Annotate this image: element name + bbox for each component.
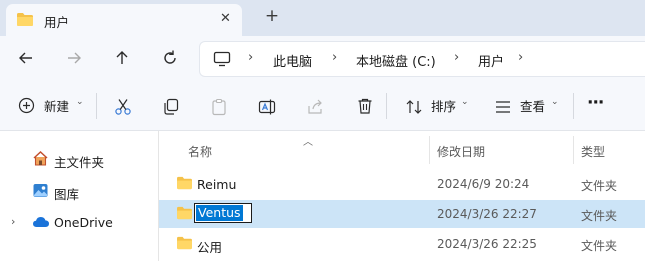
delete-icon[interactable]	[356, 97, 374, 121]
close-tab-icon[interactable]: ✕	[220, 11, 231, 26]
file-type: 文件夹	[581, 179, 618, 193]
new-button[interactable]: 新建	[44, 96, 69, 115]
command-bar: 新建 ⌄ 排序 ⌄ 查看 ⌄ ···	[0, 80, 645, 131]
computer-icon	[213, 51, 231, 67]
breadcrumb-local-disk[interactable]: 本地磁盘 (C:)	[356, 51, 436, 70]
folder-icon	[176, 206, 193, 220]
breadcrumb-separator: ›	[518, 50, 524, 65]
rename-icon[interactable]	[258, 98, 276, 122]
sidebar-item-label: OneDrive	[54, 215, 113, 230]
breadcrumb-this-pc[interactable]: 此电脑	[273, 51, 312, 70]
sidebar-item-onedrive[interactable]: › OneDrive	[0, 208, 158, 236]
paste-icon[interactable]	[210, 98, 228, 122]
breadcrumb-separator: ›	[454, 50, 460, 65]
folder-icon	[176, 176, 193, 190]
sort-button[interactable]: 排序	[431, 96, 456, 115]
chevron-right-icon[interactable]: ›	[11, 215, 15, 228]
file-type: 文件夹	[581, 239, 618, 253]
forward-arrow-icon[interactable]	[63, 47, 85, 69]
cut-icon[interactable]	[114, 98, 132, 122]
file-date: 2024/6/9 20:24	[437, 177, 530, 191]
folder-icon	[176, 236, 193, 250]
plus-circle-icon[interactable]	[18, 97, 35, 121]
column-header-type[interactable]: 类型	[581, 143, 605, 160]
up-arrow-icon[interactable]	[111, 47, 133, 69]
file-date: 2024/3/26 22:27	[437, 207, 537, 221]
column-header-date[interactable]: 修改日期	[437, 143, 485, 160]
sidebar-item-label: 主文件夹	[54, 155, 105, 170]
column-header-name[interactable]: 名称	[188, 143, 212, 160]
breadcrumb-separator: ›	[248, 50, 254, 65]
copy-icon[interactable]	[162, 98, 180, 122]
toolbar-divider	[573, 93, 574, 119]
navigation-pane: 主文件夹 图库 › OneDrive	[0, 131, 158, 261]
sort-icon[interactable]	[405, 98, 423, 122]
toolbar-divider	[96, 93, 97, 119]
column-divider[interactable]	[429, 136, 430, 164]
file-date: 2024/3/26 22:25	[437, 237, 537, 251]
gallery-icon	[32, 182, 49, 199]
breadcrumb-separator: ›	[332, 50, 338, 65]
tab-title: 用户	[44, 15, 70, 30]
tab-users[interactable]: 用户 ✕	[6, 4, 242, 36]
sidebar-item-gallery[interactable]: 图库	[0, 177, 158, 205]
address-bar[interactable]: › 此电脑 › 本地磁盘 (C:) › 用户 ›	[199, 41, 645, 77]
home-icon	[32, 150, 49, 167]
back-arrow-icon[interactable]	[15, 47, 37, 69]
file-name: Reimu	[197, 177, 237, 192]
view-icon[interactable]	[494, 99, 512, 123]
cloud-icon	[32, 215, 50, 228]
table-row[interactable]: Reimu 2024/6/9 20:24 文件夹	[159, 170, 645, 198]
chevron-down-icon[interactable]: ⌄	[461, 97, 469, 107]
share-icon[interactable]	[306, 98, 324, 122]
column-divider[interactable]	[573, 136, 574, 164]
chevron-down-icon[interactable]: ⌄	[76, 97, 84, 107]
more-options-icon[interactable]: ···	[587, 93, 604, 113]
table-row-selected[interactable]: Ventus 2024/3/26 22:27 文件夹	[159, 200, 645, 228]
sidebar-item-home[interactable]: 主文件夹	[0, 145, 158, 173]
view-button[interactable]: 查看	[520, 96, 545, 115]
file-name: 公用	[197, 240, 223, 255]
breadcrumb-users[interactable]: 用户	[478, 51, 504, 70]
sidebar-item-label: 图库	[54, 187, 80, 202]
toolbar-divider	[386, 93, 387, 119]
new-tab-button[interactable]: +	[262, 6, 282, 26]
chevron-down-icon[interactable]: ⌄	[551, 97, 559, 107]
table-row[interactable]: 公用 2024/3/26 22:25 文件夹	[159, 230, 645, 258]
rename-input[interactable]: Ventus	[194, 203, 252, 223]
file-type: 文件夹	[581, 209, 618, 223]
rename-text-selected: Ventus	[196, 205, 243, 221]
column-header-row: 名称 修改日期 类型	[159, 136, 645, 164]
folder-icon	[16, 12, 34, 27]
refresh-icon[interactable]	[159, 47, 181, 69]
navigation-bar: › 此电脑 › 本地磁盘 (C:) › 用户 ›	[0, 36, 645, 80]
